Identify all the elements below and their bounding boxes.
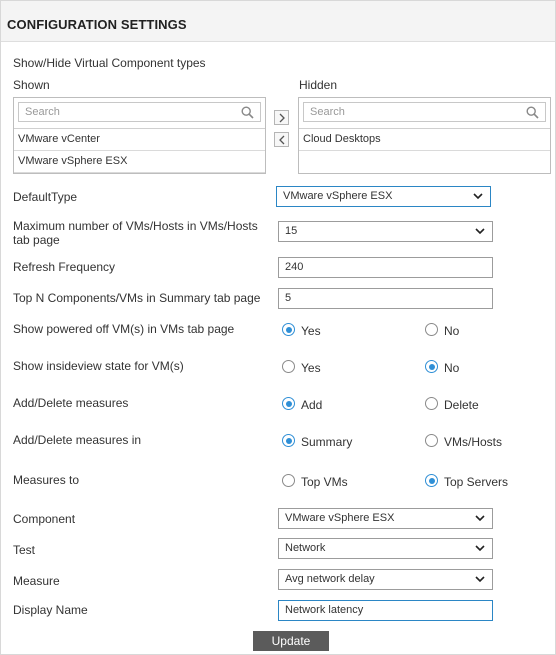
chevron-down-icon	[475, 515, 485, 522]
shown-label: Shown	[13, 78, 50, 92]
powered-off-yes-radio[interactable]	[282, 323, 295, 336]
measure-label: Measure	[13, 574, 60, 588]
page-title: CONFIGURATION SETTINGS	[7, 17, 187, 32]
powered-off-no-radio[interactable]	[425, 323, 438, 336]
display-name-label: Display Name	[13, 603, 88, 617]
top-vms-label[interactable]: Top VMs	[301, 475, 348, 489]
measure-select[interactable]: Avg network delay	[278, 569, 493, 590]
shown-list: VMware vCenter VMware vSphere ESX	[13, 97, 266, 174]
chevron-down-icon	[473, 193, 483, 200]
refresh-label: Refresh Frequency	[13, 260, 116, 274]
summary-radio[interactable]	[282, 434, 295, 447]
max-vms-label-line2: tab page	[13, 233, 60, 247]
insideview-no-radio[interactable]	[425, 360, 438, 373]
test-value: Network	[285, 542, 326, 554]
summary-label[interactable]: Summary	[301, 435, 352, 449]
component-select[interactable]: VMware vSphere ESX	[278, 508, 493, 529]
move-to-hidden-button[interactable]	[274, 110, 289, 125]
list-item[interactable]: Cloud Desktops	[299, 129, 550, 151]
add-delete-label: Add/Delete measures	[13, 396, 129, 410]
chevron-down-icon	[475, 545, 485, 552]
move-to-shown-button[interactable]	[274, 132, 289, 147]
default-type-value: VMware vSphere ESX	[283, 190, 393, 202]
component-label: Component	[13, 512, 76, 526]
default-type-select[interactable]: VMware vSphere ESX	[276, 186, 491, 207]
hidden-label: Hidden	[299, 78, 338, 92]
insideview-yes-radio[interactable]	[282, 360, 295, 373]
test-label: Test	[13, 543, 36, 557]
powered-off-label: Show powered off VM(s) in VMs tab page	[13, 322, 235, 336]
max-vms-select[interactable]: 15	[278, 221, 493, 242]
delete-label[interactable]: Delete	[444, 398, 479, 412]
test-select[interactable]: Network	[278, 538, 493, 559]
default-type-label: DefaultType	[13, 190, 78, 204]
add-delete-in-label: Add/Delete measures in	[13, 433, 142, 447]
search-icon[interactable]	[526, 106, 539, 119]
chevron-left-icon	[279, 135, 285, 145]
powered-off-yes-label[interactable]: Yes	[301, 324, 321, 338]
insideview-label: Show insideview state for VM(s)	[13, 359, 184, 373]
top-n-input[interactable]: 5	[278, 288, 493, 309]
shown-search-input[interactable]	[19, 103, 260, 121]
display-name-input[interactable]: Network latency	[278, 600, 493, 621]
top-n-label: Top N Components/VMs in Summary tab page	[13, 291, 261, 305]
insideview-no-label[interactable]: No	[444, 361, 459, 375]
add-radio[interactable]	[282, 397, 295, 410]
vms-hosts-radio[interactable]	[425, 434, 438, 447]
update-button[interactable]: Update	[253, 631, 329, 651]
max-vms-value: 15	[285, 225, 298, 237]
delete-radio[interactable]	[425, 397, 438, 410]
insideview-yes-label[interactable]: Yes	[301, 361, 321, 375]
powered-off-no-label[interactable]: No	[444, 324, 459, 338]
chevron-down-icon	[475, 576, 485, 583]
top-servers-radio[interactable]	[425, 474, 438, 487]
refresh-input[interactable]: 240	[278, 257, 493, 278]
search-icon[interactable]	[241, 106, 254, 119]
hidden-search-input[interactable]	[304, 103, 545, 121]
list-item[interactable]: VMware vSphere ESX	[14, 151, 265, 173]
panel-header: CONFIGURATION SETTINGS	[1, 1, 555, 42]
component-types-label: Show/Hide Virtual Component types	[13, 56, 206, 70]
measures-to-label: Measures to	[13, 473, 80, 487]
hidden-list: Cloud Desktops	[298, 97, 551, 174]
top-servers-label[interactable]: Top Servers	[444, 475, 508, 489]
shown-search-bar	[18, 102, 261, 122]
top-vms-radio[interactable]	[282, 474, 295, 487]
chevron-right-icon	[279, 113, 285, 123]
add-label[interactable]: Add	[301, 398, 322, 412]
max-vms-label-line1: Maximum number of VMs/Hosts in VMs/Hosts	[13, 219, 258, 233]
list-item[interactable]: VMware vCenter	[14, 129, 265, 151]
measure-value: Avg network delay	[285, 573, 375, 585]
hidden-search-bar	[303, 102, 546, 122]
chevron-down-icon	[475, 228, 485, 235]
vms-hosts-label[interactable]: VMs/Hosts	[444, 435, 502, 449]
component-value: VMware vSphere ESX	[285, 512, 395, 524]
